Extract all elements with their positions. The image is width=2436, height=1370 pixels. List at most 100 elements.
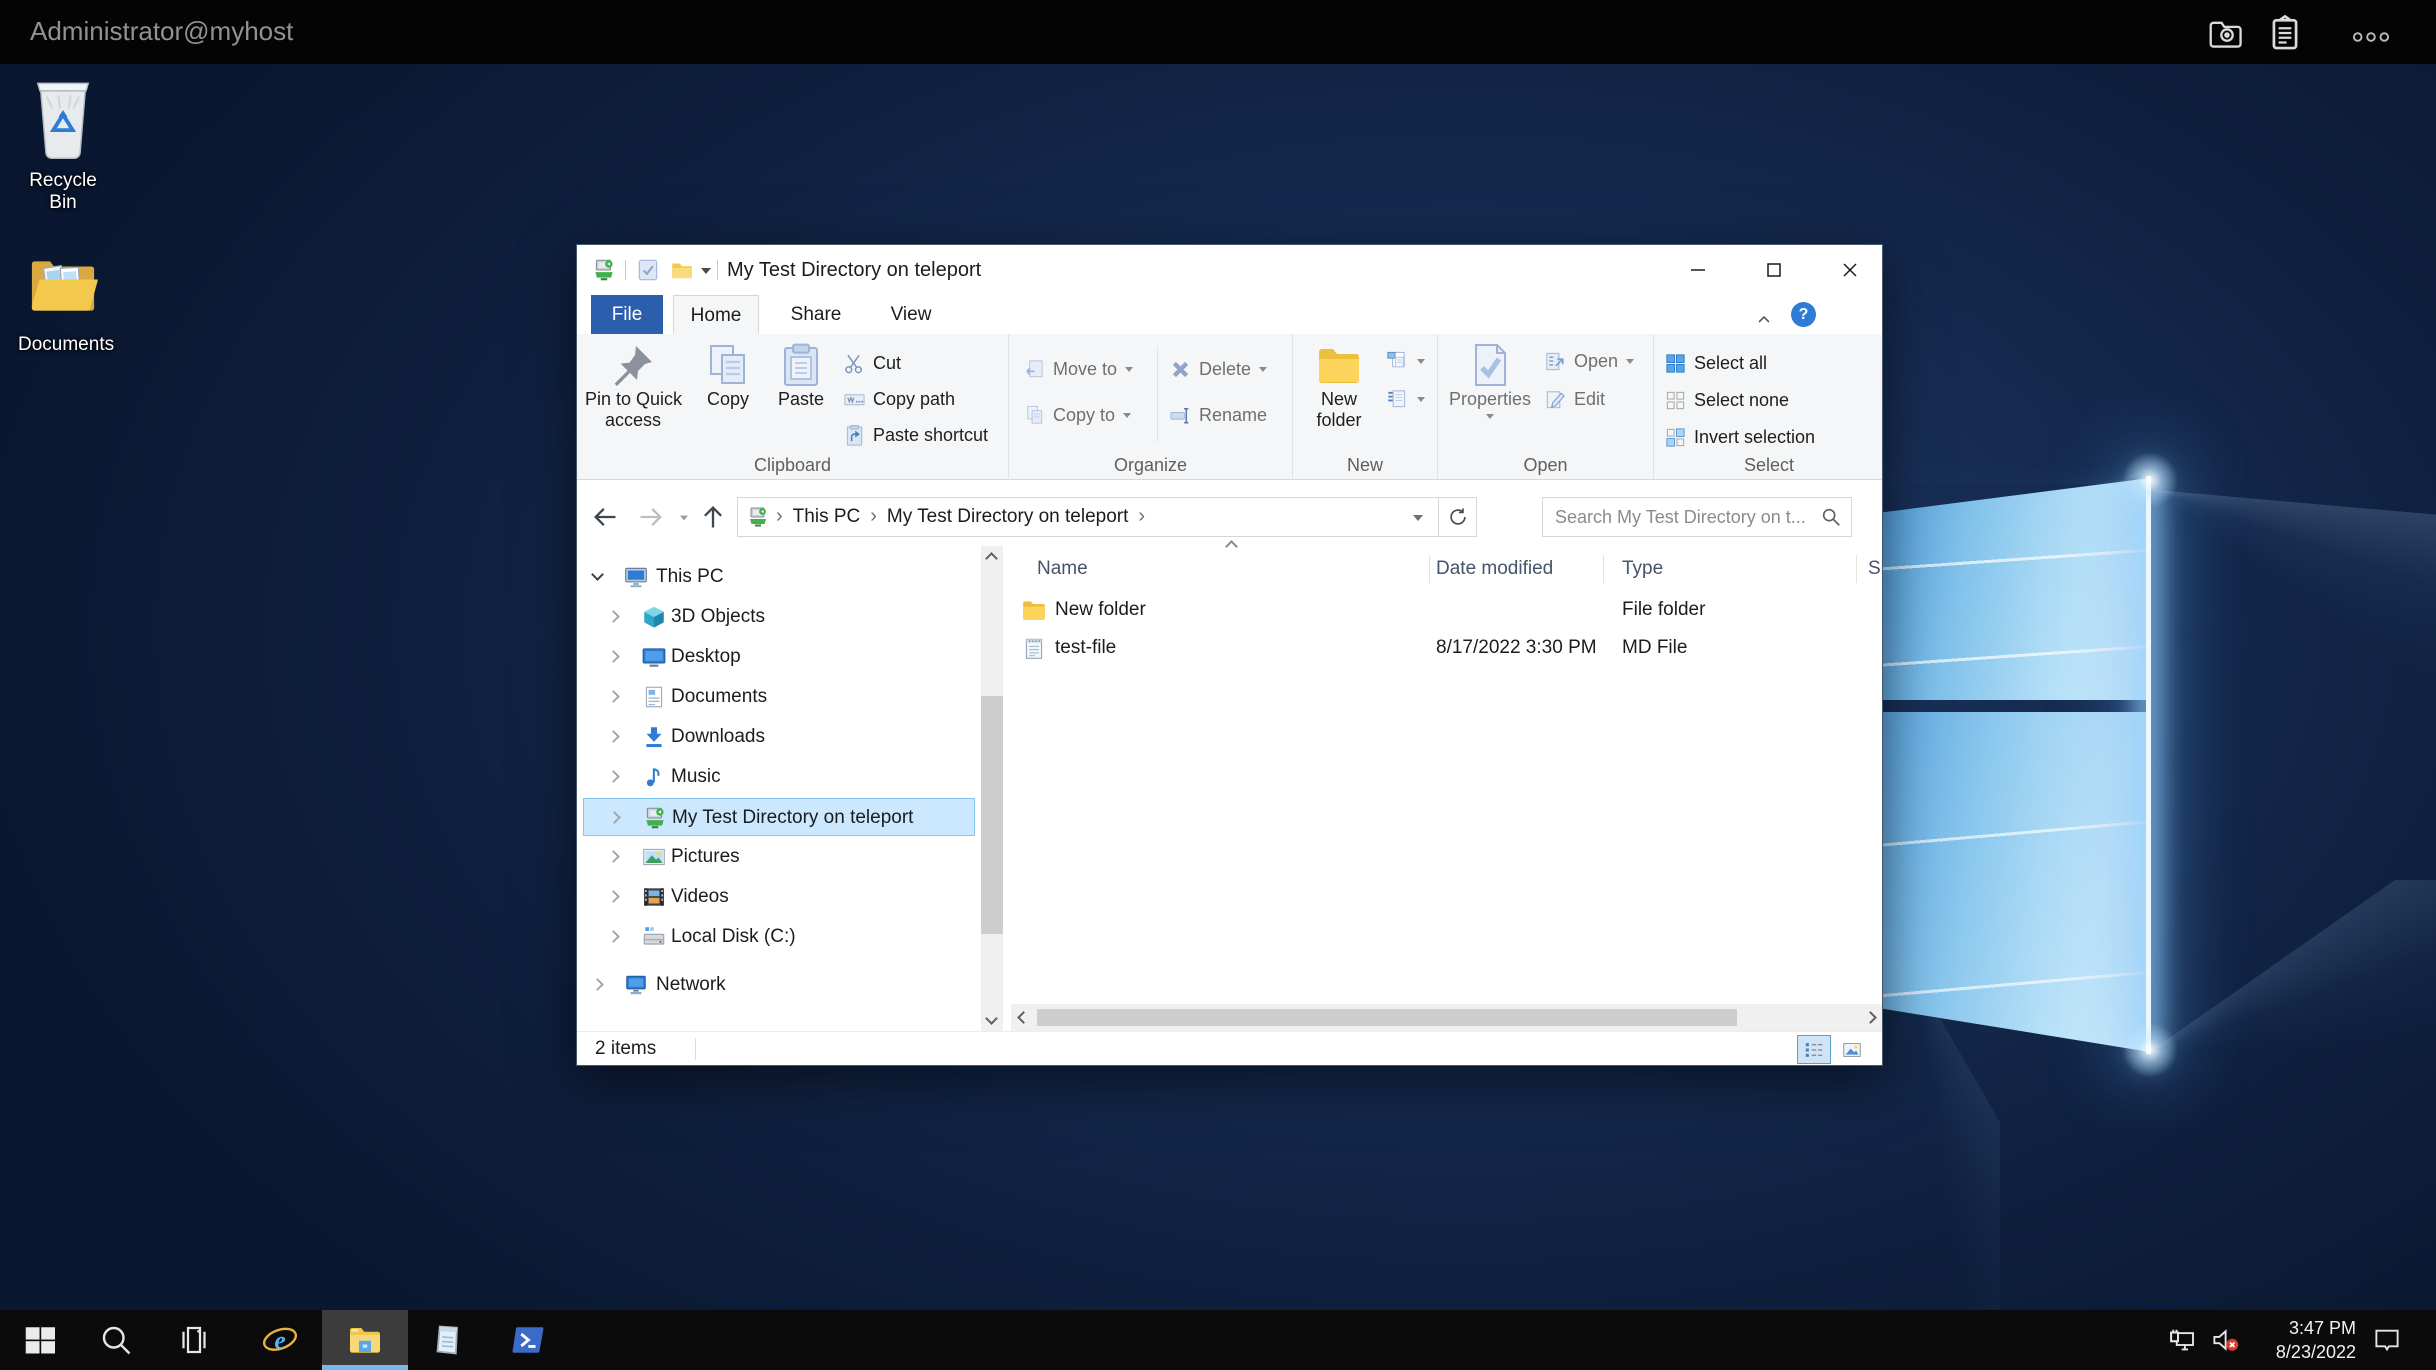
sidebar-item-local-disk-c[interactable]: Local Disk (C:) xyxy=(577,918,981,956)
new-folder-button[interactable]: New folder xyxy=(1299,341,1379,431)
recent-locations-dropdown-icon[interactable] xyxy=(680,516,688,521)
file-row-new-folder[interactable]: New folderFile folder xyxy=(1011,591,1883,629)
chevron-right-icon[interactable] xyxy=(591,978,604,991)
window-titlebar[interactable]: My Test Directory on teleport xyxy=(577,245,1882,295)
back-icon[interactable] xyxy=(591,503,619,531)
volume-muted-icon[interactable] xyxy=(2210,1325,2240,1355)
delete-button[interactable]: Delete xyxy=(1169,354,1267,384)
chevron-right-icon[interactable] xyxy=(607,930,620,943)
rename-button[interactable]: Rename xyxy=(1169,400,1267,430)
invert-selection-button[interactable]: Invert selection xyxy=(1664,422,1815,452)
tab-home[interactable]: Home xyxy=(673,295,759,334)
column-separator[interactable] xyxy=(1856,555,1857,583)
column-separator[interactable] xyxy=(1603,555,1604,583)
cut-button[interactable]: Cut xyxy=(843,348,901,378)
sidebar-item-videos[interactable]: Videos xyxy=(577,878,981,916)
select-none-button[interactable]: Select none xyxy=(1664,385,1789,415)
desktop-icon-recycle-bin[interactable]: Recycle Bin xyxy=(18,76,108,214)
taskbar-button-notepad[interactable] xyxy=(424,1310,472,1370)
taskbar-button-search[interactable] xyxy=(92,1310,140,1370)
refresh-button[interactable] xyxy=(1439,497,1477,537)
more-options-icon[interactable] xyxy=(2352,18,2390,56)
folder-quick-access-icon[interactable] xyxy=(669,257,695,283)
search-box[interactable] xyxy=(1542,497,1852,537)
copy-button[interactable]: Copy xyxy=(695,341,761,410)
chevron-right-icon[interactable] xyxy=(607,850,620,863)
up-icon[interactable] xyxy=(699,503,727,531)
taskbar-button-file-explorer[interactable] xyxy=(322,1310,408,1370)
scroll-up-icon[interactable] xyxy=(985,552,998,565)
horizontal-scrollbar-thumb[interactable] xyxy=(1037,1009,1737,1026)
new-item-button[interactable] xyxy=(1385,346,1425,376)
taskbar-button-powershell[interactable] xyxy=(504,1310,552,1370)
close-button[interactable] xyxy=(1825,245,1875,295)
taskbar-clock[interactable]: 3:47 PM 8/23/2022 xyxy=(2248,1316,2356,1364)
address-bar[interactable]: › This PC › My Test Directory on telepor… xyxy=(737,497,1439,537)
breadcrumb-chevron-icon[interactable]: › xyxy=(870,505,877,528)
chevron-right-icon[interactable] xyxy=(608,811,621,824)
pin-to-quick-access-button[interactable]: Pin to Quick access xyxy=(585,341,681,431)
maximize-button[interactable] xyxy=(1749,245,1799,295)
search-input[interactable] xyxy=(1542,497,1852,537)
file-list-horizontal-scrollbar[interactable] xyxy=(1011,1004,1883,1031)
tab-share[interactable]: Share xyxy=(775,295,857,334)
paste-button[interactable]: Paste xyxy=(769,341,833,410)
file-row-test-file[interactable]: test-file8/17/2022 3:30 PMMD File xyxy=(1011,629,1883,667)
chevron-right-icon[interactable] xyxy=(607,650,620,663)
copy-to-button[interactable]: Copy to xyxy=(1023,400,1131,430)
select-all-button[interactable]: Select all xyxy=(1664,348,1767,378)
copy-path-button[interactable]: Copy path xyxy=(843,384,955,414)
sidebar-scrollbar[interactable] xyxy=(981,546,1003,1031)
tab-file[interactable]: File xyxy=(591,295,663,334)
properties-quick-access-icon[interactable] xyxy=(635,257,661,283)
taskbar-button-internet-explorer[interactable]: e xyxy=(256,1310,304,1370)
forward-icon[interactable] xyxy=(637,503,665,531)
network-tray-icon[interactable] xyxy=(2168,1325,2198,1355)
edit-button[interactable]: Edit xyxy=(1544,384,1605,414)
chevron-down-icon[interactable] xyxy=(591,568,604,581)
chevron-right-icon[interactable] xyxy=(607,770,620,783)
sidebar-item-documents[interactable]: Documents xyxy=(577,678,981,716)
move-to-button[interactable]: Move to xyxy=(1023,354,1133,384)
sidebar-item-desktop[interactable]: Desktop xyxy=(577,638,981,676)
breadcrumb-this-pc[interactable]: This PC xyxy=(793,506,861,528)
thumbnail-view-button[interactable] xyxy=(1835,1035,1869,1064)
sidebar-item-downloads[interactable]: Downloads xyxy=(577,718,981,756)
breadcrumb-current-folder[interactable]: My Test Directory on teleport xyxy=(887,506,1128,528)
column-header-type[interactable]: Type xyxy=(1622,551,1663,587)
scroll-down-icon[interactable] xyxy=(985,1012,998,1025)
easy-access-button[interactable] xyxy=(1385,384,1425,414)
sidebar-item-3d-objects[interactable]: 3D Objects xyxy=(577,598,981,636)
breadcrumb-chevron-icon[interactable]: › xyxy=(1138,505,1145,528)
clipboard-icon[interactable] xyxy=(2266,14,2304,52)
sidebar-scrollbar-thumb[interactable] xyxy=(981,696,1003,934)
sidebar-item-network[interactable]: Network xyxy=(577,966,981,1004)
column-header-name[interactable]: Name xyxy=(1037,551,1088,587)
column-header-date-modified[interactable]: Date modified xyxy=(1436,551,1553,587)
scroll-right-icon[interactable] xyxy=(1864,1011,1877,1024)
tab-view[interactable]: View xyxy=(871,295,951,334)
sidebar-item-music[interactable]: Music xyxy=(577,758,981,796)
details-view-button[interactable] xyxy=(1797,1035,1831,1064)
properties-button[interactable]: Properties xyxy=(1442,341,1538,419)
action-center-icon[interactable] xyxy=(2372,1325,2402,1355)
collapse-ribbon-icon[interactable] xyxy=(1757,311,1771,320)
sidebar-item-pictures[interactable]: Pictures xyxy=(577,838,981,876)
column-separator[interactable] xyxy=(1429,555,1430,583)
desktop-icon-documents[interactable]: Documents xyxy=(18,246,108,356)
address-dropdown-icon[interactable] xyxy=(1413,515,1423,521)
quick-access-toolbar-dropdown-icon[interactable] xyxy=(701,268,711,274)
taskbar-button-task-view[interactable] xyxy=(170,1310,218,1370)
chevron-right-icon[interactable] xyxy=(607,610,620,623)
chevron-right-icon[interactable] xyxy=(607,890,620,903)
taskbar-button-start[interactable] xyxy=(16,1310,64,1370)
chevron-right-icon[interactable] xyxy=(607,730,620,743)
chevron-right-icon[interactable] xyxy=(607,690,620,703)
column-header-size[interactable]: Size xyxy=(1868,551,1883,587)
help-icon[interactable]: ? xyxy=(1791,302,1816,327)
open-button[interactable]: Open xyxy=(1544,346,1634,376)
scroll-left-icon[interactable] xyxy=(1017,1011,1030,1024)
sidebar-item-this-pc[interactable]: This PC xyxy=(577,558,981,596)
file-transfer-icon[interactable] xyxy=(2208,14,2246,52)
minimize-button[interactable] xyxy=(1673,245,1723,295)
